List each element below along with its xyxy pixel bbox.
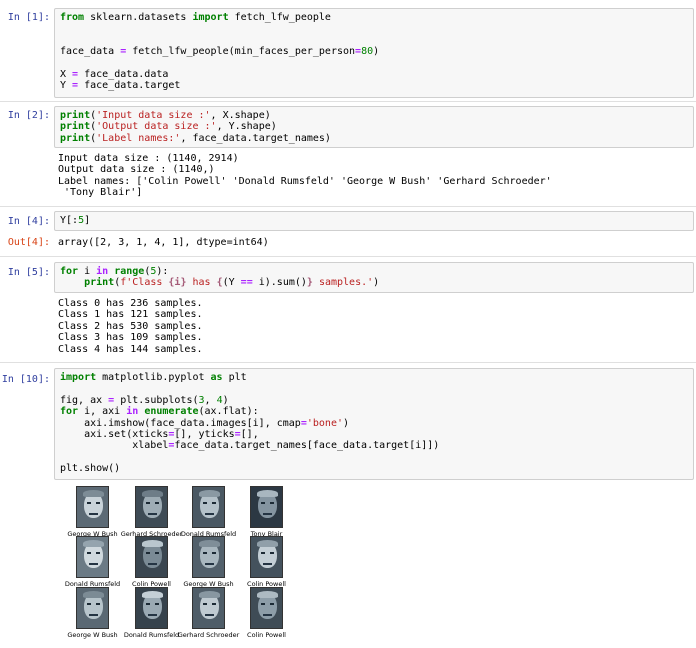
- cell-divider: [0, 256, 696, 257]
- face-image: [76, 486, 109, 528]
- cell-2-input[interactable]: print('Input data size :', X.shape) prin…: [54, 106, 694, 148]
- cell-10-input[interactable]: import matplotlib.pyplot as plt fig, ax …: [54, 368, 694, 480]
- cell-1-input[interactable]: from sklearn.datasets import fetch_lfw_p…: [54, 8, 694, 98]
- cell-4-output: array([2, 3, 1, 4, 1], dtype=int64): [58, 237, 269, 248]
- face-image: [192, 486, 225, 528]
- face-image: [135, 587, 168, 629]
- cell-divider: [0, 206, 696, 207]
- cell-divider: [0, 101, 696, 102]
- face-image: [76, 587, 109, 629]
- cell-5-prompt: In [5]:: [7, 267, 50, 278]
- cell-4-out-prompt: Out[4]:: [7, 237, 50, 248]
- face-grid-figure: George W Bush Gerhard Schroeder Donald Rum…: [58, 482, 298, 646]
- face-image: [135, 486, 168, 528]
- face-image: [192, 587, 225, 629]
- cell-5-output: Class 0 has 236 samples. Class 1 has 121…: [58, 298, 203, 355]
- face-image: [135, 536, 168, 578]
- face-image: [192, 536, 225, 578]
- face-image: [250, 486, 283, 528]
- face-image: [250, 536, 283, 578]
- cell-divider: [0, 362, 696, 363]
- cell-5-input[interactable]: for i in range(5): print(f'Class {i} has…: [54, 262, 694, 293]
- cell-4-input[interactable]: Y[:5]: [54, 211, 694, 231]
- cell-4-prompt: In [4]:: [7, 216, 50, 227]
- cell-2-prompt: In [2]:: [7, 110, 50, 121]
- face-image: [250, 587, 283, 629]
- cell-10-prompt: In [10]:: [1, 374, 50, 385]
- cell-1-prompt: In [1]:: [7, 12, 50, 23]
- face-label: Colin Powell: [247, 631, 286, 639]
- face-image: [76, 536, 109, 578]
- cell-2-output: Input data size : (1140, 2914) Output da…: [58, 153, 552, 199]
